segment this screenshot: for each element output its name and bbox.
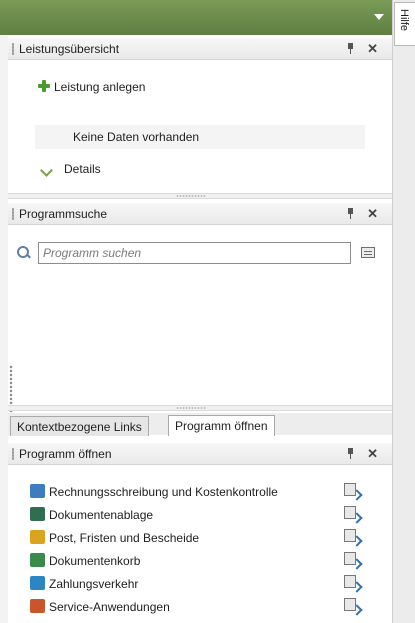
plus-icon (38, 80, 50, 92)
open-program-icon[interactable] (344, 506, 360, 522)
program-list-icon[interactable] (361, 247, 375, 258)
side-tab-strip: Hilfe (392, 0, 415, 623)
mail-deadline-icon (30, 530, 45, 544)
payment-icon (30, 576, 45, 590)
panel-title: Programm öffnen (19, 447, 112, 461)
open-program-icon[interactable] (344, 598, 360, 614)
panel-splitter[interactable] (8, 193, 392, 199)
empty-state-row: Keine Daten vorhanden (35, 125, 365, 149)
service-icon (30, 599, 45, 613)
close-icon[interactable]: ✕ (367, 41, 378, 57)
panel-title: Programmsuche (19, 207, 108, 221)
open-program-icon[interactable] (344, 483, 360, 499)
pin-icon[interactable] (347, 208, 354, 220)
pin-icon[interactable] (347, 43, 354, 55)
drag-grip-icon[interactable] (12, 43, 14, 55)
pin-icon[interactable] (347, 448, 354, 460)
tab-hilfe-label: Hilfe (398, 9, 410, 32)
program-label: Zahlungsverkehr (49, 577, 139, 591)
search-icon (17, 246, 31, 260)
empty-state-text: Keine Daten vorhanden (73, 130, 200, 144)
open-program-icon[interactable] (344, 552, 360, 568)
program-label: Service-Anwendungen (49, 600, 170, 614)
dropdown-arrow-icon[interactable] (374, 14, 384, 20)
program-label: Dokumentenablage (49, 508, 154, 522)
close-icon[interactable]: ✕ (367, 446, 378, 462)
program-label: Post, Fristen und Bescheide (49, 531, 200, 545)
program-label: Dokumentenkorb (49, 554, 141, 568)
programm-oeffnen-header: Programm öffnen ✕ (8, 443, 392, 465)
leistungsuebersicht-header: Leistungsübersicht ✕ (8, 38, 392, 60)
details-label: Details (64, 162, 101, 176)
close-icon[interactable]: ✕ (367, 206, 378, 222)
tab-hilfe[interactable]: Hilfe (394, 2, 415, 46)
programmsuche-header: Programmsuche ✕ (8, 203, 392, 225)
document-storage-icon (30, 507, 45, 521)
document-basket-icon (30, 553, 45, 567)
chevron-down-icon (38, 164, 52, 174)
panel-splitter[interactable] (8, 405, 392, 411)
tab-kontextbezogene-links[interactable]: Kontextbezogene Links (10, 416, 149, 436)
open-program-icon[interactable] (344, 575, 360, 591)
drag-grip-icon[interactable] (12, 448, 14, 460)
program-search-input[interactable] (38, 242, 351, 264)
panel-title: Leistungsübersicht (19, 42, 120, 56)
top-header-bar (0, 0, 392, 35)
drag-grip-icon[interactable] (12, 208, 14, 220)
add-leistung-label: Leistung anlegen (54, 80, 146, 94)
invoice-icon (30, 484, 45, 498)
tab-programm-oeffnen[interactable]: Programm öffnen (168, 415, 275, 436)
open-program-icon[interactable] (344, 529, 360, 545)
task-pane: Leistungsübersicht ✕ Leistung anlegen Ke… (8, 35, 392, 623)
program-label: Rechnungsschreibung und Kostenkontrolle (49, 485, 278, 499)
